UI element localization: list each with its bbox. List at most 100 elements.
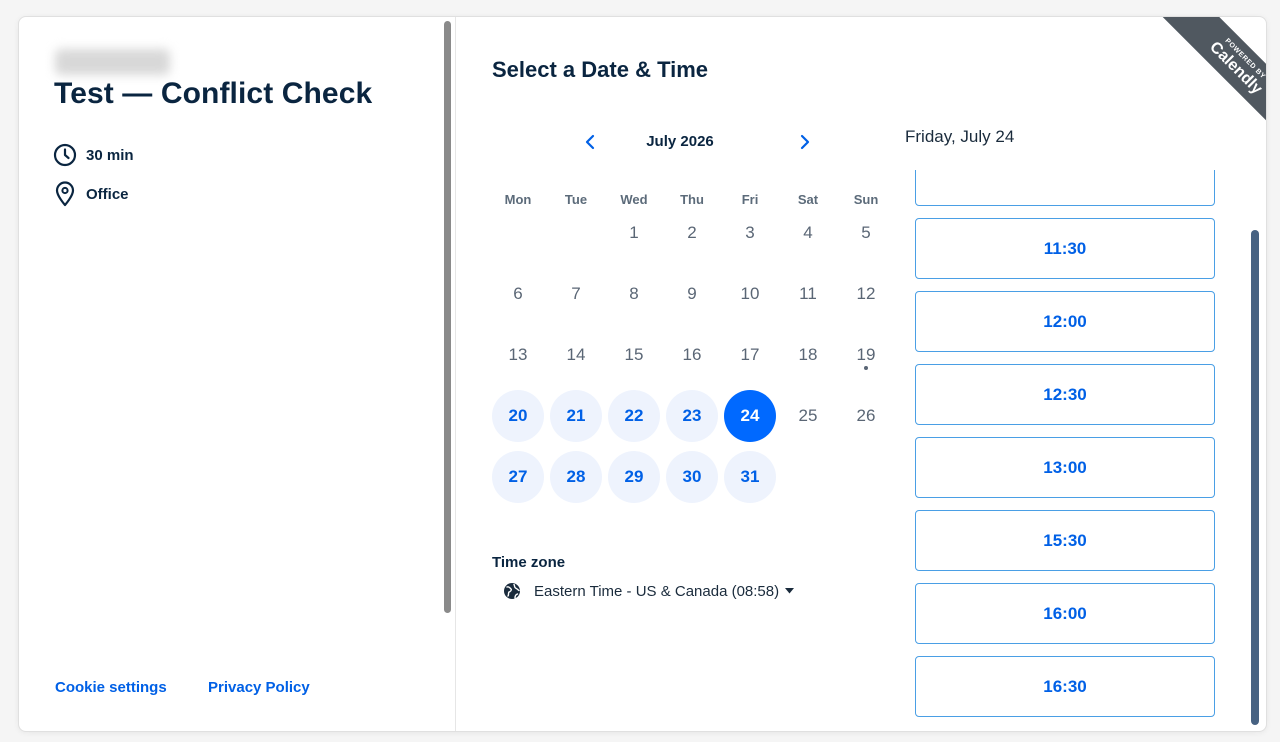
calendar-day: 4 (782, 207, 834, 259)
time-slots-scrollbar[interactable] (1251, 230, 1259, 725)
calendar-day: 15 (608, 329, 660, 381)
calendar-day: 26 (840, 390, 892, 442)
calendar-day-number: 30 (682, 467, 702, 486)
calendar-day-number: 28 (566, 467, 586, 486)
today-indicator-dot (864, 366, 868, 370)
calendar-day[interactable]: 31 (724, 451, 776, 503)
calendar-day-number: 10 (740, 284, 760, 303)
time-slot-button[interactable] (915, 170, 1215, 206)
privacy-policy-link[interactable]: Privacy Policy (208, 679, 310, 696)
scheduler-title: Select a Date & Time (492, 57, 709, 82)
next-month-button[interactable] (791, 128, 819, 156)
time-slot-button[interactable]: 12:00 (915, 291, 1215, 352)
time-slot-button[interactable]: 12:30 (915, 364, 1215, 425)
calendar-day-number: 22 (624, 406, 644, 425)
calendar-day-number: 7 (571, 284, 581, 303)
calendar-day: 6 (492, 268, 544, 320)
calendar-day: 7 (550, 268, 602, 320)
caret-down-icon (785, 588, 795, 594)
cookie-settings-link[interactable]: Cookie settings (55, 679, 167, 696)
calendar-day[interactable]: 30 (666, 451, 718, 503)
event-details-panel: Test — Conflict Check 30 min Office Cook… (19, 17, 456, 731)
location-row: Office (53, 181, 129, 207)
calendar-day: 5 (840, 207, 892, 259)
calendar-day: 25 (782, 390, 834, 442)
calendar-day: 16 (666, 329, 718, 381)
calendar-day-number: 8 (629, 284, 639, 303)
time-slot-list: 11:30 12:00 12:30 13:00 15:30 16:00 16:30 (910, 170, 1260, 731)
calendar-day: 2 (666, 207, 718, 259)
ribbon-band: POWERED BY Calendly (1154, 17, 1266, 134)
calendar-day-number: 14 (566, 345, 586, 364)
calendar-day-number: 24 (740, 406, 760, 425)
calendar-day: 14 (550, 329, 602, 381)
calendar-day: 11 (782, 268, 834, 320)
previous-month-button[interactable] (576, 128, 604, 156)
calendar-day: 10 (724, 268, 776, 320)
weekday-sat: Sat (797, 192, 819, 207)
calendar-day: 12 (840, 268, 892, 320)
clock-icon (53, 143, 77, 167)
calendar-day: 3 (724, 207, 776, 259)
time-slot-button[interactable]: 16:30 (915, 656, 1215, 717)
calendar-day-number: 16 (682, 345, 702, 364)
event-duration: 30 min (86, 146, 134, 164)
timezone-selector[interactable]: Eastern Time - US & Canada (08:58) (503, 582, 795, 600)
month-label: July 2026 (646, 133, 714, 150)
calendar-day-selected[interactable]: 24 (724, 390, 776, 442)
calendar-day-number: 6 (513, 284, 523, 303)
event-location: Office (86, 185, 129, 203)
calendar-day-number: 29 (624, 467, 644, 486)
weekday-mon: Mon (504, 192, 532, 207)
calendar-day-number: 25 (798, 406, 818, 425)
left-panel-scrollbar[interactable] (444, 21, 451, 613)
calendar-day-number: 2 (687, 223, 697, 242)
calendar-day: 13 (492, 329, 544, 381)
booking-card: Test — Conflict Check 30 min Office Cook… (18, 16, 1267, 732)
calendar-day[interactable]: 27 (492, 451, 544, 503)
calendar-day-number: 20 (508, 406, 528, 425)
time-slot-button[interactable]: 13:00 (915, 437, 1215, 498)
calendar-day: 17 (724, 329, 776, 381)
weekday-tue: Tue (564, 192, 588, 207)
calendar-day[interactable]: 23 (666, 390, 718, 442)
calendar-day-number: 27 (508, 467, 528, 486)
event-title: Test — Conflict Check (54, 77, 373, 110)
calendar-day-number: 9 (687, 284, 697, 303)
calendar-day-number: 11 (799, 284, 817, 303)
calendar-day: 8 (608, 268, 660, 320)
weekday-thu: Thu (680, 192, 704, 207)
timezone-value: Eastern Time - US & Canada (08:58) (534, 582, 780, 600)
chevron-left-icon (585, 134, 595, 150)
calendar-day[interactable]: 20 (492, 390, 544, 442)
calendar-day-number: 15 (624, 345, 644, 364)
weekday-sun: Sun (853, 192, 879, 207)
powered-by-calendly-ribbon[interactable]: POWERED BY Calendly (1149, 17, 1266, 134)
calendar-day-number: 5 (861, 223, 871, 242)
calendar-day[interactable]: 28 (550, 451, 602, 503)
time-slot-button[interactable]: 15:30 (915, 510, 1215, 571)
duration-row: 30 min (53, 143, 134, 167)
globe-icon (504, 583, 520, 599)
calendar-day-number: 18 (798, 345, 818, 364)
weekday-wed: Wed (620, 192, 648, 207)
calendar-day[interactable]: 29 (608, 451, 660, 503)
chevron-right-icon (800, 134, 810, 150)
calendar-day-number: 19 (856, 345, 876, 364)
calendar-day-number: 4 (803, 223, 813, 242)
time-slot-button[interactable]: 11:30 (915, 218, 1215, 279)
location-pin-icon (55, 181, 75, 207)
calendar-day[interactable]: 21 (550, 390, 602, 442)
calendar-day: 1 (608, 207, 660, 259)
calendar-day: 19 (840, 329, 892, 381)
calendar-day-number: 31 (740, 467, 760, 486)
selected-date-heading: Friday, July 24 (905, 127, 1015, 146)
time-slot-button[interactable]: 16:00 (915, 583, 1215, 644)
calendar-day-number: 3 (745, 223, 755, 242)
calendar-day[interactable]: 22 (608, 390, 660, 442)
calendar-day-number: 26 (856, 406, 876, 425)
calendar-day-number: 1 (629, 223, 639, 242)
calendar-day: 9 (666, 268, 718, 320)
organizer-name-blurred (55, 49, 170, 75)
calendar-day-number: 13 (508, 345, 528, 364)
